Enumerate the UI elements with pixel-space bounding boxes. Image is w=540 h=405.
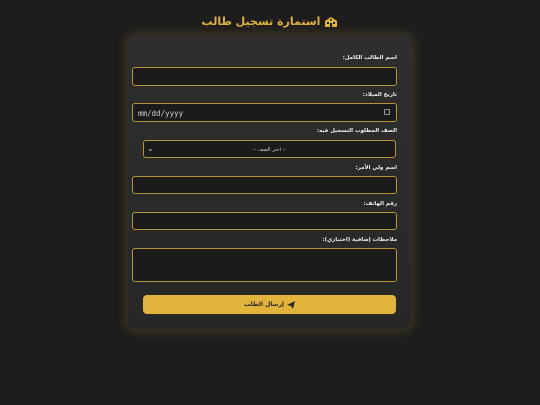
birth-date-input[interactable]: mm/dd/yyyy <box>132 103 397 122</box>
phone-label: رقم الهاتف: <box>363 201 397 207</box>
student-name-input[interactable] <box>132 67 397 86</box>
guardian-name-input[interactable] <box>132 176 397 194</box>
registration-form-card: اسم الطالب الكامل: تاريخ الميلاد: mm/dd/… <box>128 36 411 329</box>
student-name-label: اسم الطالب الكامل: <box>342 55 397 61</box>
birth-date-label: تاريخ الميلاد: <box>362 92 397 98</box>
notes-label: ملاحظات إضافية (اختياري): <box>322 237 397 243</box>
page: استمارة تسجيل طالب اسم الطالب الكامل: تا… <box>0 0 540 405</box>
paper-plane-icon <box>286 300 295 309</box>
guardian-name-label: اسم ولي الأمر: <box>355 165 398 171</box>
submit-button[interactable]: إرسال الطلب <box>143 295 396 314</box>
grade-select[interactable]: ⌄ -- اختر الصف -- <box>143 140 396 158</box>
submit-button-label: إرسال الطلب <box>244 301 284 308</box>
grade-selected-value: -- اختر الصف -- <box>252 147 287 153</box>
school-icon <box>325 16 338 27</box>
birth-date-placeholder: mm/dd/yyyy <box>138 109 184 118</box>
page-title-text: استمارة تسجيل طالب <box>201 15 321 28</box>
grade-label: الصف المطلوب التسجيل فيه: <box>316 128 397 134</box>
phone-input[interactable] <box>132 212 397 230</box>
notes-textarea[interactable] <box>132 248 397 282</box>
page-title: استمارة تسجيل طالب <box>0 15 540 28</box>
calendar-icon[interactable] <box>384 109 390 115</box>
